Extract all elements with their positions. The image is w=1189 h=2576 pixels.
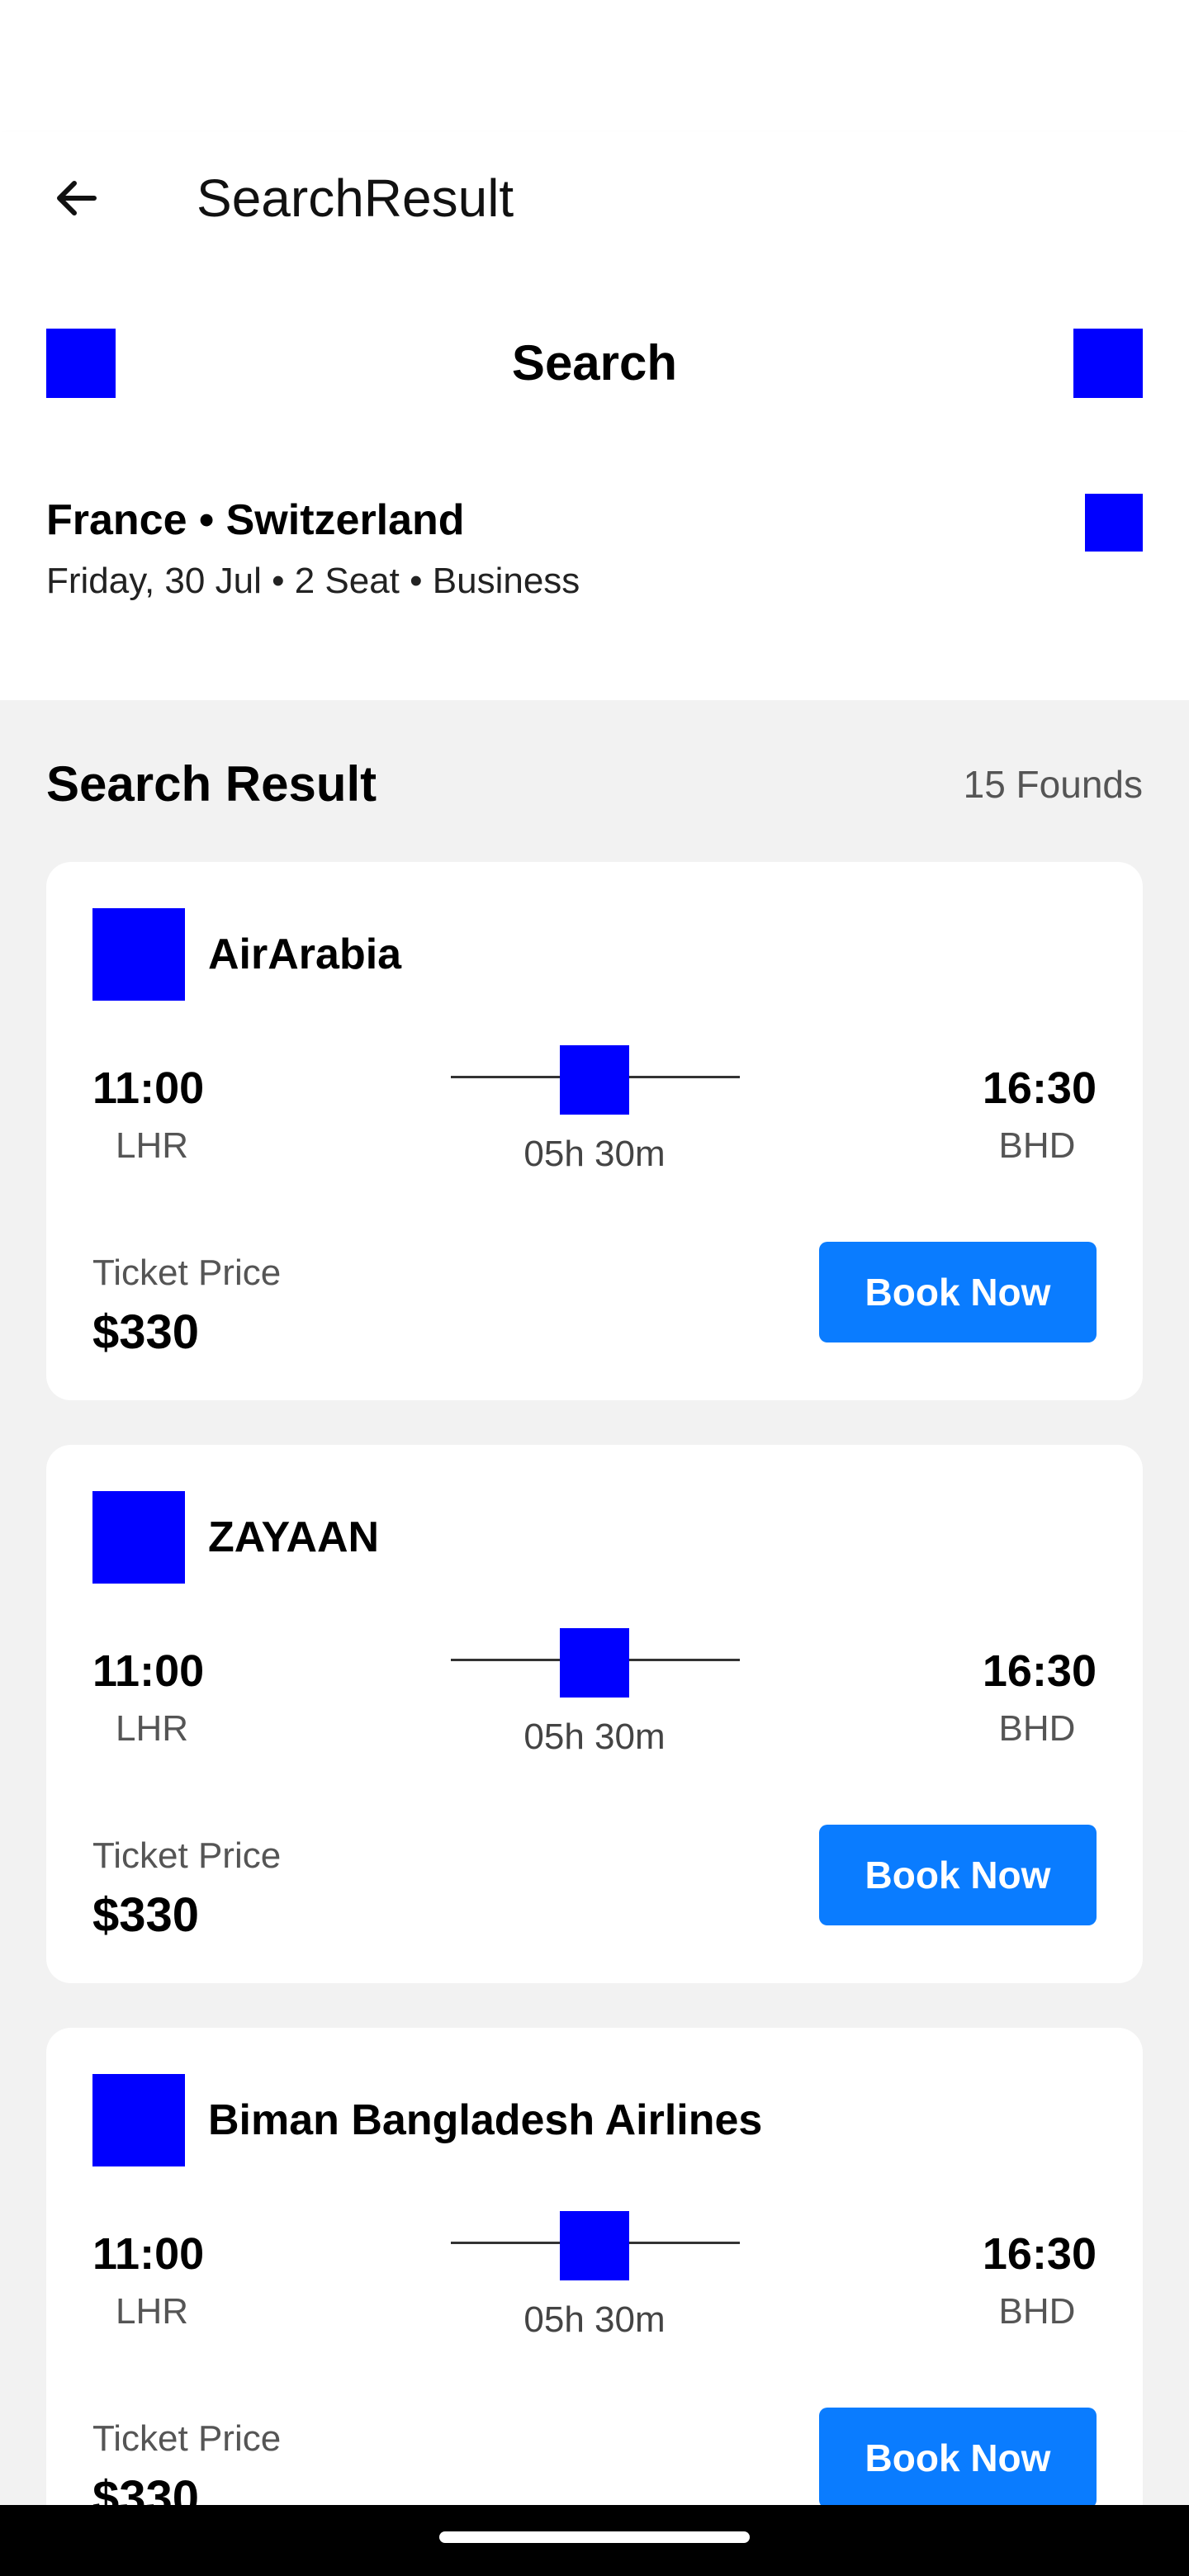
arrival-code: BHD bbox=[998, 2291, 1076, 2332]
arrival-time: 16:30 bbox=[982, 2229, 1097, 2279]
book-now-button[interactable]: Book Now bbox=[819, 1825, 1097, 1925]
airline-name: Biman Bangladesh Airlines bbox=[208, 2096, 763, 2144]
plane-icon bbox=[560, 1045, 629, 1115]
search-details: Friday, 30 Jul • 2 Seat • Business bbox=[46, 561, 580, 601]
edit-search-icon[interactable] bbox=[1085, 494, 1143, 552]
results-header: Search Result 15 Founds bbox=[46, 748, 1143, 814]
right-placeholder-icon[interactable] bbox=[1073, 329, 1143, 398]
ticket-price: $330 bbox=[92, 1888, 200, 1942]
arrival-time: 16:30 bbox=[982, 1646, 1097, 1696]
price-label: Ticket Price bbox=[92, 1252, 282, 1293]
flight-duration: 05h 30m bbox=[523, 1717, 666, 1757]
back-button[interactable] bbox=[46, 168, 106, 228]
departure-time: 11:00 bbox=[92, 1063, 205, 1113]
departure-time: 11:00 bbox=[92, 2229, 205, 2279]
search-title: Search bbox=[511, 335, 678, 391]
book-now-button[interactable]: Book Now bbox=[819, 2408, 1097, 2508]
results-count: 15 Founds bbox=[963, 763, 1143, 806]
airline-logo bbox=[92, 1491, 185, 1584]
results-title: Search Result bbox=[46, 756, 377, 812]
search-summary-panel: Search France • Switzerland Friday, 30 J… bbox=[0, 281, 1189, 700]
departure-code: LHR bbox=[115, 1125, 189, 1166]
airline-name: ZAYAAN bbox=[208, 1513, 380, 1561]
flight-card[interactable]: ZAYAAN 11:00 LHR 05h 30m 16:30 BHD Ticke… bbox=[46, 1445, 1143, 1983]
price-label: Ticket Price bbox=[92, 2418, 282, 2459]
arrow-left-icon bbox=[57, 181, 97, 215]
flight-duration: 05h 30m bbox=[523, 1134, 666, 1174]
book-now-button[interactable]: Book Now bbox=[819, 1242, 1097, 1342]
departure-code: LHR bbox=[115, 1708, 189, 1749]
app-bar: SearchResult bbox=[0, 132, 1189, 281]
search-route: France • Switzerland bbox=[46, 496, 465, 544]
status-bar bbox=[0, 0, 1189, 132]
arrival-code: BHD bbox=[998, 1708, 1076, 1749]
flight-card[interactable]: Biman Bangladesh Airlines 11:00 LHR 05h … bbox=[46, 2028, 1143, 2566]
ticket-price: $330 bbox=[92, 1305, 200, 1359]
flight-card[interactable]: AirArabia 11:00 LHR 05h 30m 16:30 BHD Ti… bbox=[46, 862, 1143, 1400]
page-title: SearchResult bbox=[197, 168, 514, 228]
airline-logo bbox=[92, 2074, 185, 2166]
departure-time: 11:00 bbox=[92, 1646, 205, 1696]
departure-code: LHR bbox=[115, 2291, 189, 2332]
flight-duration: 05h 30m bbox=[523, 2299, 666, 2340]
airline-logo bbox=[92, 908, 185, 1001]
arrival-code: BHD bbox=[998, 1125, 1076, 1166]
arrival-time: 16:30 bbox=[982, 1063, 1097, 1113]
airline-name: AirArabia bbox=[208, 930, 402, 978]
system-navigation-bar bbox=[0, 2505, 1189, 2576]
plane-icon bbox=[560, 2211, 629, 2280]
home-indicator[interactable] bbox=[439, 2531, 750, 2543]
price-label: Ticket Price bbox=[92, 1835, 282, 1876]
plane-icon bbox=[560, 1628, 629, 1698]
